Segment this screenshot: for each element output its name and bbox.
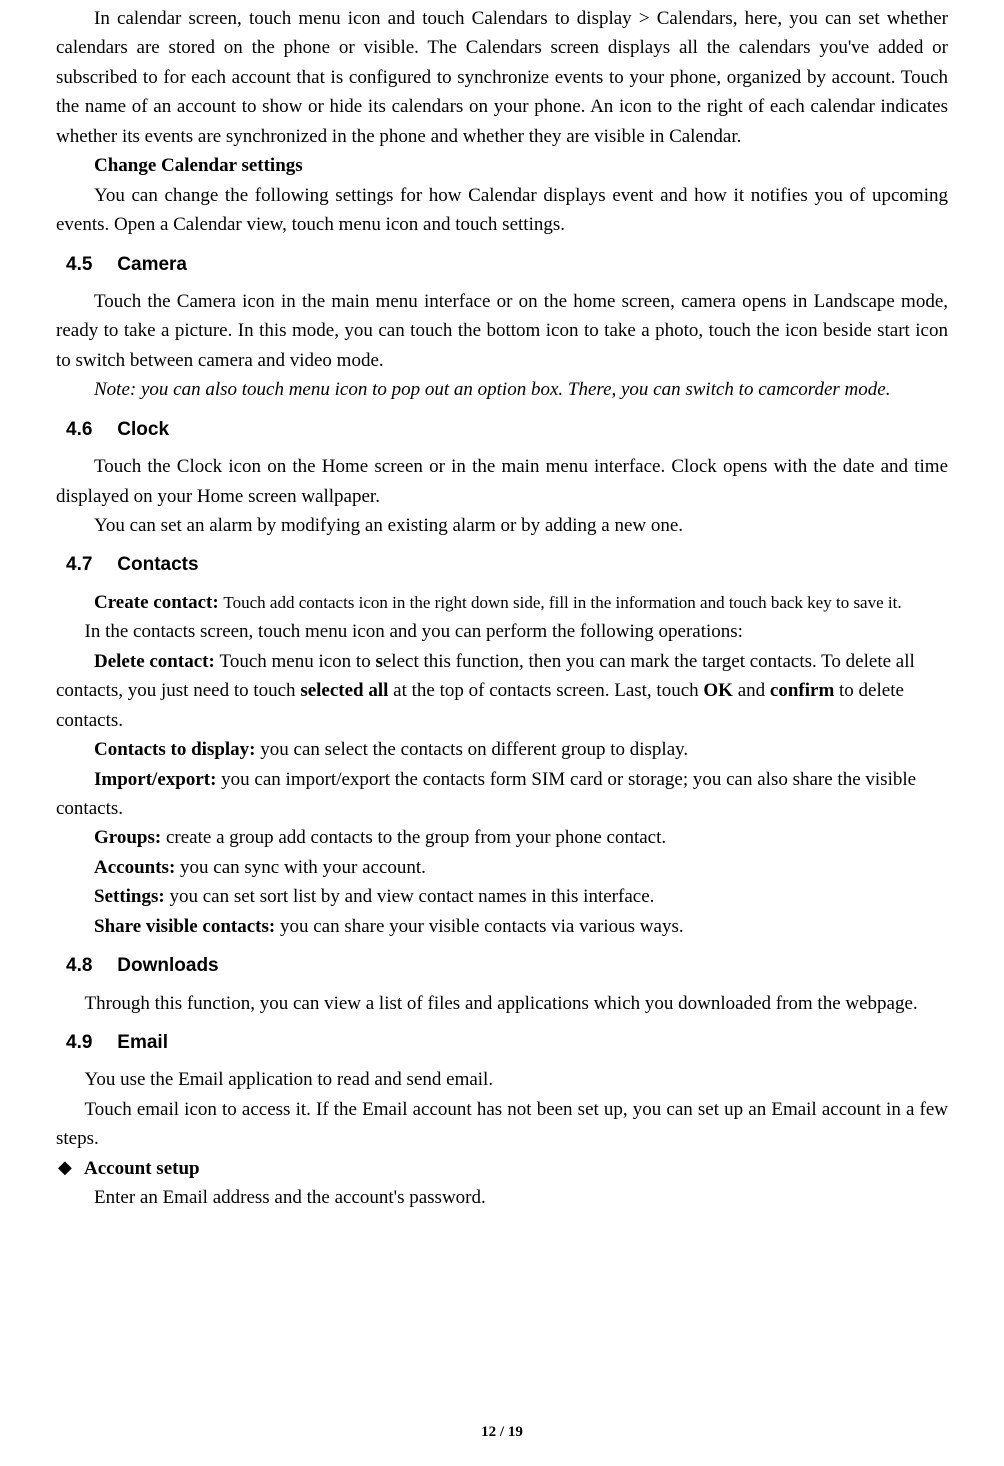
- section-heading-email: 4.9 Email: [66, 1028, 948, 1057]
- diamond-bullet-icon: ◆: [56, 1154, 84, 1182]
- paragraph-calendars: In calendar screen, touch menu icon and …: [56, 4, 948, 151]
- paragraph-groups: Groups: create a group add contacts to t…: [56, 823, 948, 852]
- paragraph-contacts-display: Contacts to display: you can select the …: [56, 735, 948, 764]
- section-heading-downloads: 4.8 Downloads: [66, 951, 948, 980]
- paragraph-import-export: Import/export: you can import/export the…: [56, 765, 948, 824]
- paragraph-camera-note: Note: you can also touch menu icon to po…: [56, 375, 948, 404]
- paragraph-delete-contact: Delete contact: Touch menu icon to selec…: [56, 647, 948, 735]
- paragraph-clock-1: Touch the Clock icon on the Home screen …: [56, 452, 948, 511]
- section-title: Downloads: [117, 955, 218, 976]
- section-title: Clock: [117, 419, 169, 440]
- section-num: 4.7: [66, 550, 112, 579]
- paragraph-change-settings: You can change the following settings fo…: [56, 181, 948, 240]
- section-num: 4.6: [66, 415, 112, 444]
- paragraph-create-contact: Create contact: Touch add contacts icon …: [56, 588, 948, 617]
- paragraph-share-visible: Share visible contacts: you can share yo…: [56, 912, 948, 941]
- section-heading-camera: 4.5 Camera: [66, 250, 948, 279]
- paragraph-contacts-ops: In the contacts screen, touch menu icon …: [56, 617, 948, 646]
- section-heading-clock: 4.6 Clock: [66, 415, 948, 444]
- paragraph-camera: Touch the Camera icon in the main menu i…: [56, 287, 948, 375]
- section-title: Contacts: [117, 554, 198, 575]
- subheading-change-calendar-settings: Change Calendar settings: [56, 151, 948, 180]
- paragraph-downloads: Through this function, you can view a li…: [56, 989, 948, 1018]
- bullet-label: Account setup: [84, 1158, 200, 1179]
- paragraph-email-2: Touch email icon to access it. If the Em…: [56, 1095, 948, 1154]
- section-num: 4.5: [66, 250, 112, 279]
- paragraph-accounts: Accounts: you can sync with your account…: [56, 853, 948, 882]
- section-title: Email: [117, 1032, 168, 1053]
- section-title: Camera: [117, 254, 187, 275]
- section-num: 4.8: [66, 951, 112, 980]
- bullet-account-setup: ◆ Account setup: [56, 1154, 948, 1183]
- section-num: 4.9: [66, 1028, 112, 1057]
- section-heading-contacts: 4.7 Contacts: [66, 550, 948, 579]
- page-number: 12 / 19: [0, 1421, 1004, 1444]
- paragraph-settings: Settings: you can set sort list by and v…: [56, 882, 948, 911]
- paragraph-clock-2: You can set an alarm by modifying an exi…: [56, 511, 948, 540]
- paragraph-email-1: You use the Email application to read an…: [56, 1065, 948, 1094]
- paragraph-account-setup: Enter an Email address and the account's…: [56, 1183, 948, 1212]
